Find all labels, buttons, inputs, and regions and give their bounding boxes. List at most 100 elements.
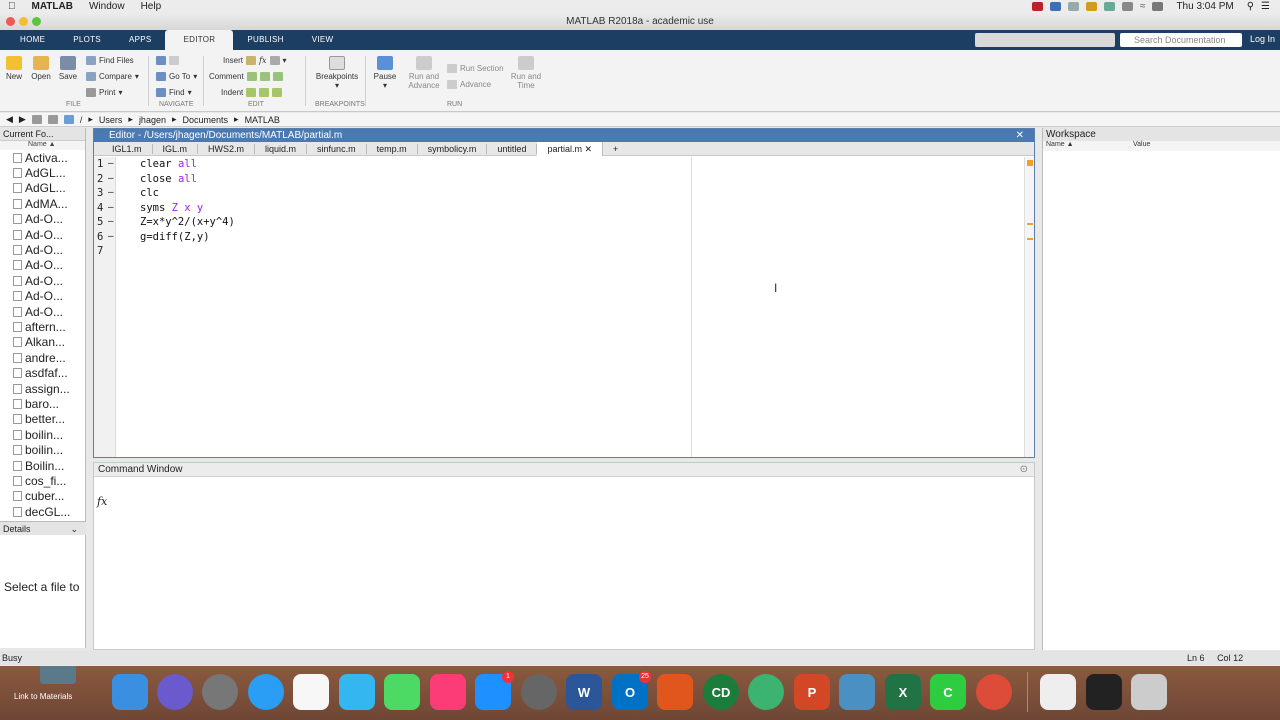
code-line[interactable]: g=diff(Z,y)	[140, 231, 210, 243]
editor-tab[interactable]: sinfunc.m	[307, 143, 367, 154]
breakpoint-marker[interactable]: –	[108, 158, 114, 169]
close-icon[interactable]: ✕	[1016, 129, 1024, 142]
code-line[interactable]: clc	[140, 187, 159, 199]
editor-tab[interactable]: IGL.m	[153, 143, 199, 154]
path-segment[interactable]: MATLAB	[245, 115, 280, 125]
breakpoint-marker[interactable]: –	[108, 216, 114, 227]
breakpoint-marker[interactable]: –	[108, 187, 114, 198]
warning-marker[interactable]	[1027, 223, 1033, 225]
breakpoint-marker[interactable]: –	[108, 202, 114, 213]
file-list-item[interactable]: decGL...	[0, 504, 85, 519]
value-column-header[interactable]: Value	[1133, 141, 1150, 148]
file-list-item[interactable]: boilin...	[0, 427, 85, 442]
powerpoint-icon[interactable]: P	[794, 674, 830, 710]
browse-folder-icon[interactable]	[47, 115, 58, 124]
messages-icon[interactable]	[339, 674, 375, 710]
file-list-item[interactable]: AdMA...	[0, 196, 85, 211]
file-list-item[interactable]: AdGL...	[0, 181, 85, 196]
tab-editor[interactable]: EDITOR	[165, 30, 234, 50]
warning-marker[interactable]	[1027, 238, 1033, 240]
editor-tab[interactable]: temp.m	[367, 143, 418, 154]
status-app-icon[interactable]	[1085, 2, 1097, 11]
file-list-item[interactable]: boilin...	[0, 442, 85, 457]
menu-help[interactable]: Help	[133, 1, 170, 12]
file-list-item[interactable]: Ad-O...	[0, 258, 85, 273]
file-list-item[interactable]: asdfaf...	[0, 365, 85, 380]
file-list-item[interactable]: cuber...	[0, 489, 85, 504]
file-list-item[interactable]: better...	[0, 412, 85, 427]
tab-plots[interactable]: PLOTS	[59, 30, 115, 50]
login-link[interactable]: Log In	[1250, 34, 1275, 44]
itunes-icon[interactable]	[430, 674, 466, 710]
close-window-button[interactable]	[6, 17, 15, 26]
insert-button[interactable]: Insert fx ▾	[223, 56, 287, 65]
breakpoint-marker[interactable]: –	[108, 173, 114, 184]
battery-icon[interactable]	[1152, 2, 1164, 11]
airplay-icon[interactable]	[1121, 2, 1133, 11]
quick-access-toolbar[interactable]	[975, 33, 1115, 47]
file-list-item[interactable]: Ad-O...	[0, 273, 85, 288]
code-line[interactable]: close all	[140, 173, 197, 185]
forward-arrow-icon[interactable]: ▶	[19, 114, 26, 125]
close-tab-icon[interactable]: ✕	[584, 144, 592, 154]
back-arrow-icon[interactable]: ◀	[6, 114, 13, 125]
editor-tab[interactable]: liquid.m	[255, 143, 308, 154]
tab-publish[interactable]: PUBLISH	[233, 30, 297, 50]
editor-tab[interactable]: untitled	[487, 143, 538, 154]
up-folder-icon[interactable]	[31, 115, 42, 124]
file-list-item[interactable]: assign...	[0, 381, 85, 396]
finder-icon[interactable]	[112, 674, 148, 710]
breakpoint-marker[interactable]: –	[108, 231, 114, 242]
new-tab-button[interactable]: +	[603, 144, 628, 154]
tab-home[interactable]: HOME	[0, 30, 59, 50]
file-list-item[interactable]: Ad-O...	[0, 227, 85, 242]
wifi-icon[interactable]: ≈	[1140, 1, 1146, 12]
app-store-icon[interactable]: 1	[475, 671, 514, 710]
code-line[interactable]: clear all	[140, 158, 197, 170]
zoom-window-button[interactable]	[32, 17, 41, 26]
path-segment[interactable]: jhagen	[139, 115, 166, 125]
file-list-item[interactable]: cos_fi...	[0, 473, 85, 488]
siri-icon[interactable]	[157, 674, 193, 710]
folder-stack-icon[interactable]	[40, 666, 76, 684]
file-list-item[interactable]: AdGL...	[0, 165, 85, 180]
excel-icon[interactable]: X	[885, 674, 921, 710]
compare-button[interactable]: Compare ▾	[86, 72, 139, 81]
save-button[interactable]: Save	[57, 56, 79, 81]
launchpad-icon[interactable]	[202, 674, 238, 710]
back-forward-buttons[interactable]	[156, 56, 179, 65]
run-section-button[interactable]: Run Section	[447, 64, 504, 73]
panel-menu-icon[interactable]: ⊙	[1020, 463, 1028, 477]
file-list-item[interactable]: baro...	[0, 396, 85, 411]
system-preferences-icon[interactable]	[521, 674, 557, 710]
indent-button[interactable]: Indent	[221, 88, 283, 97]
status-app-icon[interactable]	[1103, 2, 1115, 11]
file-list-item[interactable]: Activa...	[0, 150, 85, 165]
trash-icon[interactable]	[1131, 674, 1167, 710]
dropbox-icon[interactable]	[1049, 2, 1061, 11]
clock[interactable]: Thu 3:04 PM	[1170, 1, 1239, 12]
file-list-item[interactable]: Alkan...	[0, 335, 85, 350]
current-folder-title[interactable]: Current Fo...	[0, 128, 85, 141]
run-and-advance-button[interactable]: Run and Advance	[406, 56, 442, 90]
apple-icon[interactable]: 	[0, 1, 24, 12]
file-list-item[interactable]: aftern...	[0, 319, 85, 334]
preview-icon[interactable]	[839, 674, 875, 710]
code-line[interactable]: Z=x*y^2/(x+y^4)	[140, 216, 235, 228]
file-list-item[interactable]: Ad-O...	[0, 304, 85, 319]
find-files-button[interactable]: Find Files	[86, 56, 134, 65]
advance-button[interactable]: Advance	[447, 80, 491, 89]
breakpoints-button[interactable]: Breakpoints ▾	[313, 56, 361, 90]
editor-tab[interactable]: IGL1.m	[102, 143, 153, 154]
file-list-item[interactable]: Ad-O...	[0, 289, 85, 304]
notification-center-icon[interactable]: ☰	[1261, 1, 1270, 12]
file-list-item[interactable]: Boilin...	[0, 458, 85, 473]
chemdraw-icon[interactable]: CD	[703, 674, 739, 710]
command-window[interactable]: Command Window ⊙ fx	[93, 462, 1035, 650]
menu-matlab[interactable]: MATLAB	[24, 1, 81, 12]
print-button[interactable]: Print ▾	[86, 88, 122, 97]
editor-tab[interactable]: symbolicy.m	[418, 143, 488, 154]
code-line[interactable]: syms Z x y	[140, 202, 203, 214]
minimize-window-button[interactable]	[19, 17, 28, 26]
name-column-header[interactable]: Name ▲	[0, 141, 85, 150]
